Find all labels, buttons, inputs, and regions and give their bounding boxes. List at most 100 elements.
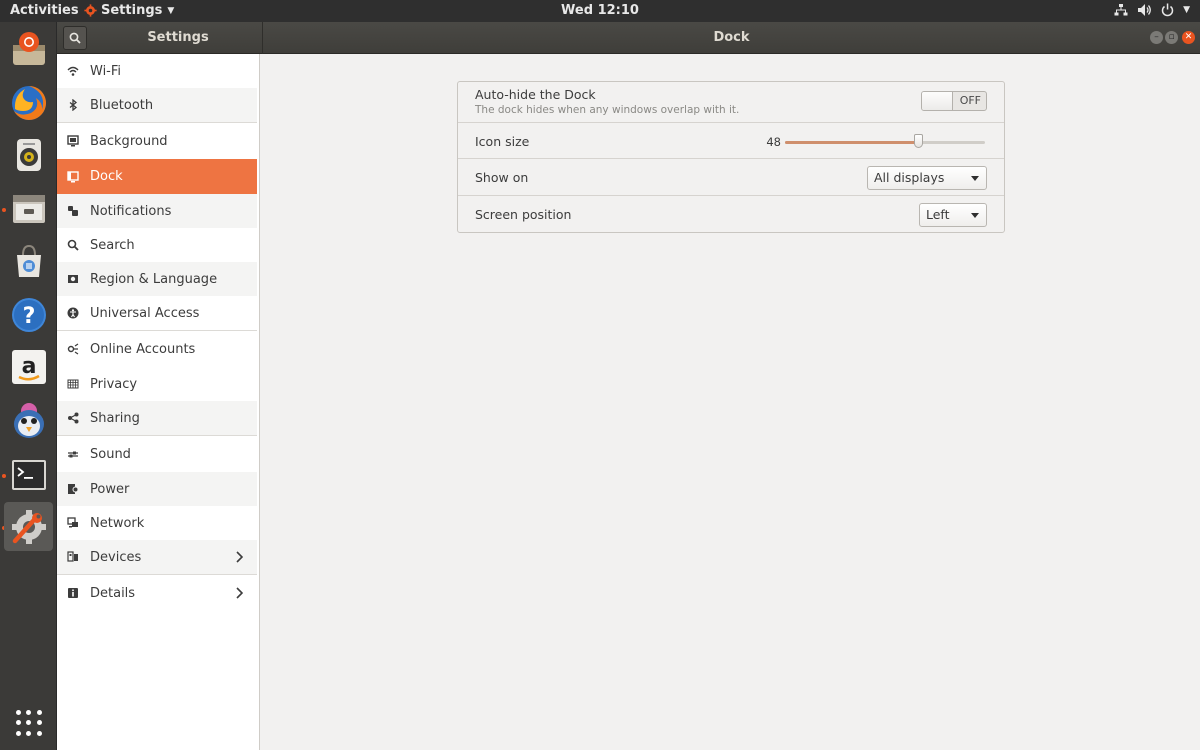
settings-icon (11, 509, 46, 544)
sidebar-item-wifi[interactable]: Wi-Fi (57, 54, 257, 88)
slider-fill (785, 141, 919, 144)
devices-icon (67, 551, 79, 563)
dock-firefox[interactable] (4, 78, 53, 127)
chevron-right-icon (236, 587, 243, 599)
screen-position-selected: Left (926, 207, 950, 222)
dock-pidgin[interactable] (4, 396, 53, 445)
activities-button[interactable]: Activities (10, 3, 79, 18)
svg-text:a: a (21, 354, 36, 379)
search-icon (67, 239, 79, 251)
dock-icon (67, 170, 79, 183)
firefox-icon (11, 85, 46, 120)
sidebar-item-power[interactable]: Power (57, 472, 257, 506)
autohide-row: Auto-hide the Dock The dock hides when a… (458, 82, 1004, 123)
sidebar-item-dock[interactable]: Dock (57, 159, 257, 194)
clock[interactable]: Wed 12:10 (561, 3, 639, 18)
sidebar-item-online-accounts[interactable]: Online Accounts (57, 331, 257, 367)
sidebar-item-region-language[interactable]: Region & Language (57, 262, 257, 296)
dropdown-arrow-icon (971, 176, 979, 181)
minimize-button[interactable]: – (1150, 31, 1163, 44)
chevron-right-icon (236, 551, 243, 563)
sidebar-item-universal-access[interactable]: Universal Access (57, 296, 257, 330)
slider-handle[interactable] (914, 134, 924, 148)
sidebar-item-label: Bluetooth (90, 97, 154, 113)
sidebar-item-devices[interactable]: Devices (57, 540, 257, 574)
sidebar-item-label: Region & Language (90, 271, 218, 287)
sidebar-item-search[interactable]: Search (57, 228, 257, 262)
online-accounts-icon (67, 343, 79, 355)
dock-amazon[interactable]: a (4, 342, 53, 391)
app-menu-button[interactable]: Settings ▼ (84, 3, 174, 18)
settings-gear-icon (84, 4, 97, 17)
sidebar-item-label: Search (90, 237, 135, 253)
dock-rhythmbox[interactable] (4, 130, 53, 179)
autohide-description: The dock hides when any windows overlap … (475, 104, 740, 116)
icon-size-label: Icon size (475, 134, 530, 149)
dock-help[interactable]: ? (4, 290, 53, 339)
dock-files[interactable] (4, 184, 53, 233)
wifi-icon (67, 65, 79, 77)
rhythmbox-icon (16, 138, 41, 171)
network-icon (67, 517, 79, 529)
power-icon (67, 483, 79, 495)
sidebar-item-label: Power (90, 481, 130, 497)
dock: ? a (0, 22, 57, 750)
notifications-icon (67, 205, 79, 217)
close-button[interactable]: ✕ (1182, 31, 1195, 44)
background-icon (67, 135, 79, 147)
chevron-down-icon: ▼ (1183, 5, 1190, 15)
privacy-icon (67, 378, 79, 390)
dock-settings-panel: Auto-hide the Dock The dock hides when a… (260, 54, 1200, 750)
icon-size-slider[interactable] (785, 134, 985, 148)
dock-software[interactable] (4, 236, 53, 285)
search-button[interactable] (63, 26, 87, 50)
sidebar-item-label: Privacy (90, 376, 138, 392)
details-icon (67, 587, 79, 599)
sidebar-title: Settings (147, 30, 209, 45)
autohide-toggle[interactable]: OFF (921, 91, 987, 111)
files-icon (12, 194, 45, 223)
chevron-down-icon: ▼ (167, 5, 175, 16)
sidebar-item-label: Online Accounts (90, 341, 196, 357)
sidebar-item-label: Details (90, 585, 136, 601)
show-on-label: Show on (475, 170, 529, 185)
sidebar-item-label: Background (90, 133, 168, 149)
power-icon (1161, 3, 1174, 17)
sidebar-item-label: Dock (90, 169, 123, 184)
maximize-button[interactable]: ▫ (1165, 31, 1178, 44)
minimize-icon: – (1154, 32, 1159, 42)
sidebar-item-background[interactable]: Background (57, 123, 257, 159)
screen-position-row: Screen position Left (458, 196, 1004, 232)
dock-settings[interactable] (4, 502, 53, 551)
screen-position-dropdown[interactable]: Left (919, 203, 987, 227)
sidebar-item-details[interactable]: Details (57, 575, 257, 611)
sharing-icon (67, 412, 79, 424)
dock-terminal[interactable] (4, 450, 53, 499)
volume-icon (1138, 4, 1151, 16)
terminal-icon (11, 459, 46, 490)
sidebar-item-bluetooth[interactable]: Bluetooth (57, 88, 257, 122)
sidebar-item-sound[interactable]: Sound (57, 436, 257, 472)
svg-text:?: ? (22, 304, 35, 329)
settings-sidebar: Wi-Fi Bluetooth Background Dock Notifica… (57, 54, 260, 750)
dock-ubuntu-installer[interactable] (4, 24, 53, 73)
window-header: Settings Dock – ▫ ✕ (57, 22, 1200, 54)
sidebar-item-label: Devices (90, 549, 142, 565)
sidebar-item-label: Notifications (90, 203, 172, 219)
sidebar-item-sharing[interactable]: Sharing (57, 401, 257, 435)
software-center-icon (16, 244, 41, 277)
show-applications-button[interactable] (16, 710, 42, 736)
sidebar-item-privacy[interactable]: Privacy (57, 367, 257, 401)
screen-position-label: Screen position (475, 207, 572, 222)
show-on-row: Show on All displays (458, 159, 1004, 196)
sidebar-item-notifications[interactable]: Notifications (57, 194, 257, 228)
app-menu-label: Settings (101, 3, 163, 18)
sidebar-item-network[interactable]: Network (57, 506, 257, 540)
ubuntu-installer-icon (12, 31, 45, 65)
bluetooth-icon (67, 99, 79, 111)
show-on-dropdown[interactable]: All displays (867, 166, 987, 190)
search-icon (69, 32, 81, 44)
dropdown-arrow-icon (971, 213, 979, 218)
maximize-icon: ▫ (1168, 32, 1175, 42)
system-tray[interactable]: ▼ (1114, 3, 1190, 17)
